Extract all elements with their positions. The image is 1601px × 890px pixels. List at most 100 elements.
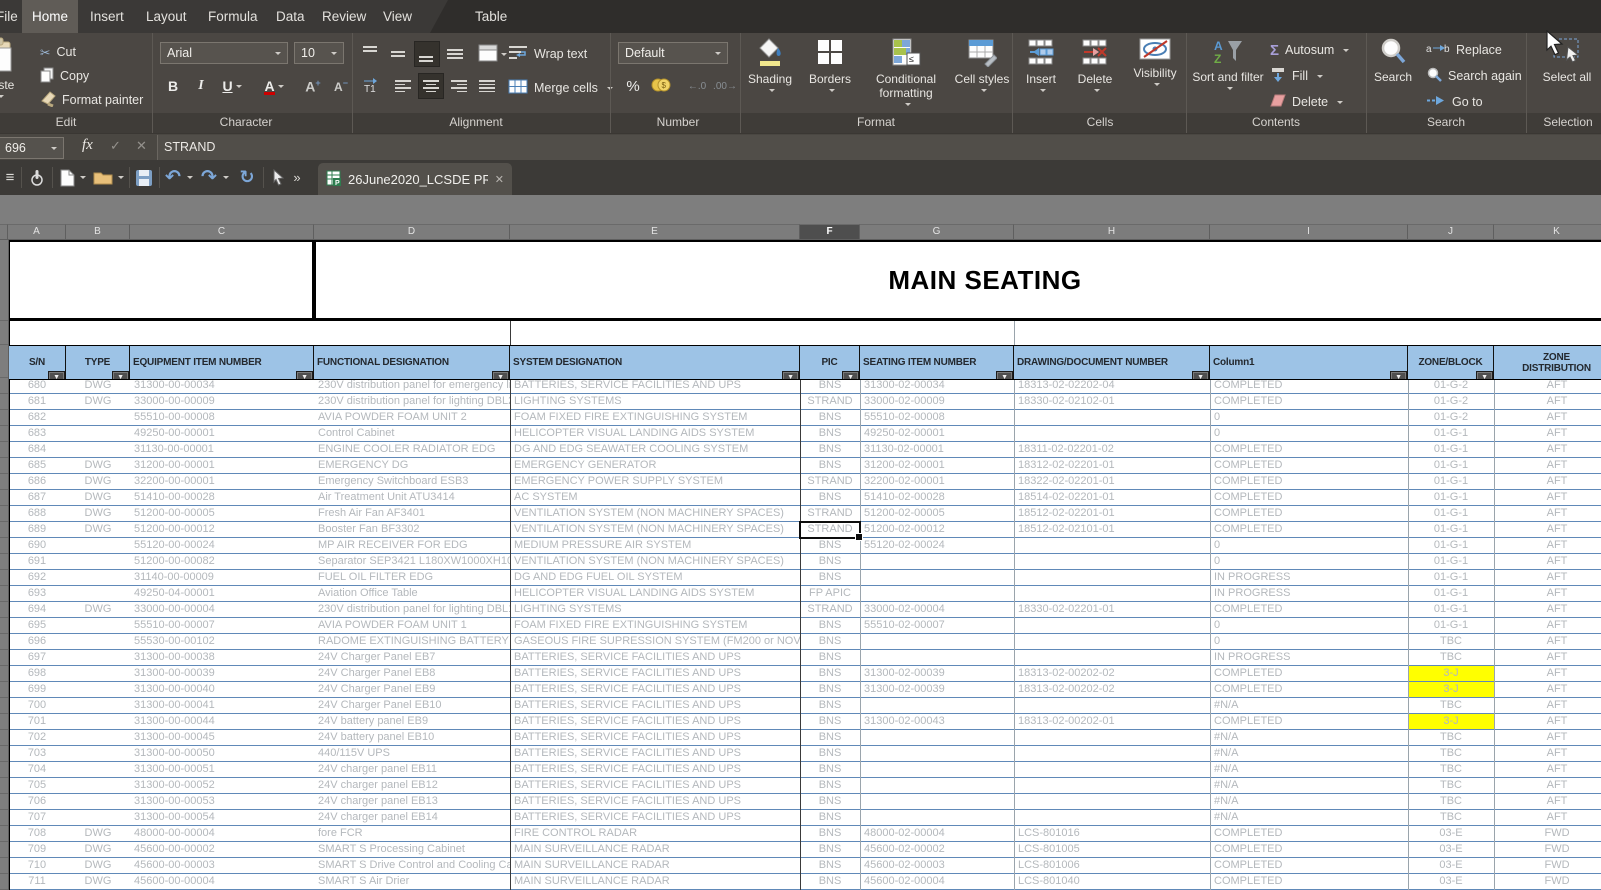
cell[interactable]: 49250-00-00001 — [130, 426, 314, 441]
cell[interactable]: 51200-00-00005 — [130, 506, 314, 521]
cell[interactable]: 31300-02-00034 — [860, 378, 1014, 393]
cell[interactable]: BNS — [800, 698, 860, 713]
search-button[interactable]: Search — [1368, 37, 1418, 111]
cell[interactable]: 51410-02-00028 — [860, 490, 1014, 505]
table-header-drawing-document-number[interactable]: DRAWING/DOCUMENT NUMBER▼ — [1014, 346, 1210, 379]
cell[interactable]: 700 — [8, 698, 66, 713]
shading-caret[interactable] — [769, 89, 775, 95]
row-header-stub[interactable] — [0, 538, 8, 554]
cell[interactable]: 01-G-1 — [1408, 426, 1494, 441]
cell[interactable]: 682 — [8, 410, 66, 425]
cell[interactable]: AFT — [1494, 730, 1601, 745]
sort-filter-caret[interactable] — [1227, 87, 1233, 93]
shrink-font-button[interactable]: A− — [328, 73, 354, 99]
cell[interactable]: BATTERIES, SERVICE FACILITIES AND UPS — [510, 794, 800, 809]
cell[interactable]: 01-G-1 — [1408, 570, 1494, 585]
cell[interactable]: 51200-00-00082 — [130, 554, 314, 569]
goto-button[interactable]: Go to — [1422, 91, 1487, 113]
cell[interactable]: FWD — [1494, 826, 1601, 841]
row-header-stub[interactable] — [0, 618, 8, 634]
cell[interactable]: BATTERIES, SERVICE FACILITIES AND UPS — [510, 714, 800, 729]
font-name-select[interactable]: Arial — [160, 42, 288, 64]
cell[interactable]: #N/A — [1210, 794, 1408, 809]
cell[interactable]: 45600-00-00003 — [130, 858, 314, 873]
cell[interactable]: DWG — [66, 826, 130, 841]
row-header-stub[interactable] — [0, 474, 8, 490]
cell[interactable]: FWD — [1494, 842, 1601, 857]
hamburger-menu-icon[interactable]: ≡ — [2, 160, 18, 195]
cell[interactable]: 685 — [8, 458, 66, 473]
cell[interactable]: 01-G-1 — [1408, 474, 1494, 489]
new-document-caret[interactable] — [76, 160, 86, 195]
cell[interactable]: AFT — [1494, 634, 1601, 649]
delete-contents-caret[interactable] — [1337, 101, 1343, 107]
row-header-stub[interactable] — [0, 858, 8, 874]
cell[interactable]: BNS — [800, 826, 860, 841]
cell[interactable]: 681 — [8, 394, 66, 409]
cell[interactable]: BNS — [800, 426, 860, 441]
cell[interactable]: AFT — [1494, 810, 1601, 825]
cell[interactable] — [1014, 570, 1210, 585]
cell[interactable]: 702 — [8, 730, 66, 745]
cell[interactable]: COMPLETED — [1210, 490, 1408, 505]
cell[interactable]: 45600-02-00004 — [860, 874, 1014, 889]
cell[interactable]: AFT — [1494, 794, 1601, 809]
cell[interactable]: 31300-00-00045 — [130, 730, 314, 745]
cell[interactable]: RADOME EXTINGUISHING BATTERY — [314, 634, 510, 649]
cell[interactable] — [66, 650, 130, 665]
cell[interactable]: AFT — [1494, 698, 1601, 713]
cell[interactable]: AVIA POWDER FOAM UNIT 1 — [314, 618, 510, 633]
cell[interactable]: IN PROGRESS — [1210, 586, 1408, 601]
borders-caret[interactable] — [829, 89, 835, 95]
cell[interactable]: EMERGENCY GENERATOR — [510, 458, 800, 473]
cell[interactable]: 01-G-1 — [1408, 538, 1494, 553]
cell[interactable]: 31300-00-00044 — [130, 714, 314, 729]
cell[interactable]: 24V Charger Panel EB10 — [314, 698, 510, 713]
cell[interactable]: BATTERIES, SERVICE FACILITIES AND UPS — [510, 378, 800, 393]
cell[interactable] — [860, 554, 1014, 569]
cell[interactable]: COMPLETED — [1210, 858, 1408, 873]
cell[interactable] — [860, 762, 1014, 777]
row-header-stub[interactable] — [0, 810, 8, 826]
cell[interactable] — [66, 730, 130, 745]
cell[interactable]: 31300-00-00040 — [130, 682, 314, 697]
cell[interactable]: 710 — [8, 858, 66, 873]
cell[interactable]: Booster Fan BF3302 — [314, 522, 510, 537]
row-header-stub[interactable] — [0, 522, 8, 538]
cell[interactable]: TBC — [1408, 778, 1494, 793]
conditional-formatting-caret[interactable] — [905, 103, 911, 109]
cell[interactable]: BATTERIES, SERVICE FACILITIES AND UPS — [510, 682, 800, 697]
table-header-s-n[interactable]: S/N▼ — [8, 346, 66, 379]
table-header-zone-block[interactable]: ZONE/BLOCK▼ — [1408, 346, 1494, 379]
cell[interactable]: 24V charger panel EB12 — [314, 778, 510, 793]
italic-button[interactable]: I — [188, 73, 214, 99]
row-header-stub[interactable] — [0, 321, 8, 345]
cell[interactable]: LIGHTING SYSTEMS — [510, 602, 800, 617]
cell[interactable]: #N/A — [1210, 730, 1408, 745]
cell[interactable]: 55510-00-00007 — [130, 618, 314, 633]
cell[interactable]: 24V charger panel EB13 — [314, 794, 510, 809]
menu-layout[interactable]: Layout — [136, 0, 197, 33]
cell[interactable]: MP AIR RECEIVER FOR EDG — [314, 538, 510, 553]
cell[interactable]: 31300-02-00039 — [860, 682, 1014, 697]
font-color-caret[interactable] — [278, 85, 284, 91]
cell[interactable]: COMPLETED — [1210, 458, 1408, 473]
menu-table-contextual[interactable]: Table — [465, 0, 517, 33]
cell[interactable]: 01-G-1 — [1408, 522, 1494, 537]
cell[interactable]: BNS — [800, 682, 860, 697]
cell[interactable]: 31300-00-00041 — [130, 698, 314, 713]
table-header-equipment-item-number[interactable]: EQUIPMENT ITEM NUMBER▼ — [130, 346, 314, 379]
cell[interactable]: BATTERIES, SERVICE FACILITIES AND UPS — [510, 762, 800, 777]
delete-cells-caret[interactable] — [1094, 89, 1100, 95]
cell[interactable]: 31130-02-00001 — [860, 442, 1014, 457]
cell[interactable] — [66, 810, 130, 825]
cell[interactable]: FWD — [1494, 874, 1601, 889]
document-tab[interactable]: P 26June2020_LCSDE PRO... ✕ — [318, 163, 512, 195]
filter-button[interactable]: ▼ — [492, 371, 509, 379]
column-header-B[interactable]: B — [66, 224, 130, 240]
cell[interactable] — [1014, 586, 1210, 601]
cell[interactable] — [66, 570, 130, 585]
cell[interactable]: 33000-02-00004 — [860, 602, 1014, 617]
delete-cells-button[interactable]: Delete — [1068, 37, 1122, 111]
cell[interactable]: 687 — [8, 490, 66, 505]
